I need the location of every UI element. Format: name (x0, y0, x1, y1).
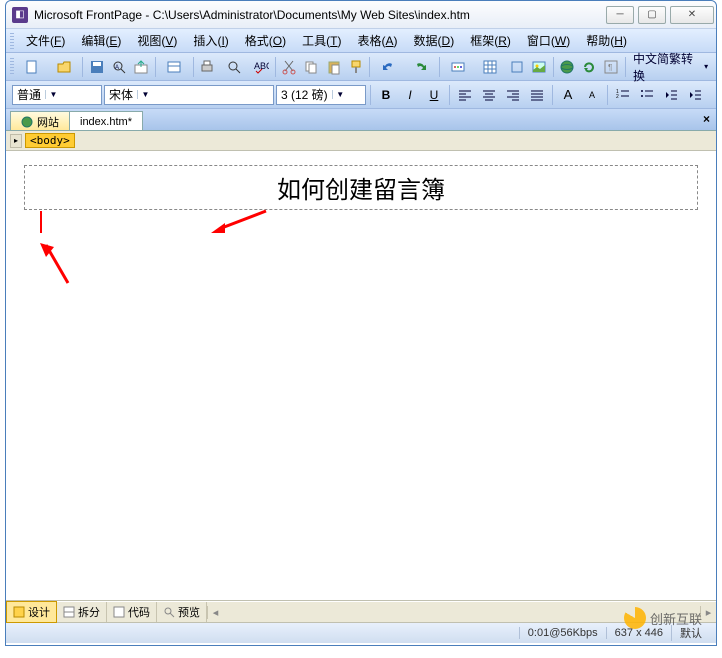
numbered-list-button[interactable]: 12 (612, 84, 634, 106)
tab-index-htm[interactable]: index.htm* (69, 111, 143, 130)
menu-edit[interactable]: 编辑(E) (73, 30, 129, 51)
undo-button[interactable] (373, 56, 404, 78)
folder-list-button[interactable] (159, 56, 190, 78)
view-switcher: 设计 拆分 代码 预览 ◂ ▸ (6, 601, 716, 623)
app-icon: ◧ (12, 7, 28, 23)
bullet-list-button[interactable] (636, 84, 658, 106)
cut-button[interactable] (279, 56, 300, 78)
tab-website[interactable]: 网站 (10, 111, 70, 130)
preview-browser-button[interactable] (219, 56, 250, 78)
web-component-button[interactable] (443, 56, 474, 78)
font-combo[interactable]: 宋体▼ (104, 85, 274, 105)
format-painter-button[interactable] (345, 56, 366, 78)
style-combo[interactable]: 普通▼ (12, 85, 102, 105)
insert-table-button[interactable] (475, 56, 506, 78)
status-speed: 0:01@56Kbps (519, 627, 606, 639)
watermark-text: 创新互联 (650, 609, 702, 628)
minimize-button[interactable]: ─ (606, 6, 634, 24)
path-arrow-icon[interactable]: ▸ (10, 134, 22, 148)
insert-picture-button[interactable] (528, 56, 549, 78)
align-center-button[interactable] (478, 84, 500, 106)
menu-file[interactable]: 文件(F) (18, 30, 73, 51)
text-cursor (40, 211, 42, 233)
new-button[interactable] (17, 56, 48, 78)
view-design[interactable]: 设计 (6, 601, 57, 623)
bold-button[interactable]: B (375, 84, 397, 106)
close-tab-button[interactable]: × (703, 112, 710, 126)
svg-text:¶: ¶ (608, 63, 612, 72)
italic-button[interactable]: I (399, 84, 421, 106)
print-button[interactable] (197, 56, 218, 78)
split-icon (63, 606, 75, 618)
menubar: 文件(F) 编辑(E) 视图(V) 插入(I) 格式(O) 工具(T) 表格(A… (6, 29, 716, 53)
align-right-button[interactable] (502, 84, 524, 106)
decrease-font-button[interactable]: A (581, 84, 603, 106)
annotation-arrow-1 (211, 209, 271, 233)
menu-format[interactable]: 格式(O) (237, 30, 294, 51)
preview-icon (163, 606, 175, 618)
toolbar-standard: A ABC ¶ 中文简繁转换 (6, 53, 716, 81)
redo-button[interactable] (405, 56, 436, 78)
close-button[interactable]: ✕ (670, 6, 714, 24)
stop-button[interactable]: ¶ (601, 56, 622, 78)
page-heading[interactable]: 如何创建留言簿 (24, 165, 698, 210)
menu-view[interactable]: 视图(V) (129, 30, 185, 51)
ime-convert-button[interactable]: 中文简繁转换 (629, 50, 712, 84)
maximize-button[interactable]: ▢ (638, 6, 666, 24)
document-tabs: 网站 index.htm* × (6, 109, 716, 131)
view-split[interactable]: 拆分 (57, 602, 107, 622)
scroll-right-icon[interactable]: ▸ (700, 606, 716, 619)
window-title: Microsoft FrontPage - C:\Users\Administr… (34, 8, 606, 22)
code-icon (113, 606, 125, 618)
hyperlink-button[interactable] (557, 56, 578, 78)
menu-window[interactable]: 窗口(W) (519, 30, 578, 51)
publish-button[interactable] (131, 56, 152, 78)
body-tag-chip[interactable]: <body> (25, 133, 75, 148)
svg-text:A: A (115, 65, 119, 71)
spellcheck-button[interactable]: ABC (251, 56, 272, 78)
titlebar: ◧ Microsoft FrontPage - C:\Users\Adminis… (6, 1, 716, 29)
tag-path: ▸ <body> (6, 131, 716, 151)
save-button[interactable] (86, 56, 107, 78)
statusbar: 0:01@56Kbps 637 x 446 默认 (6, 623, 716, 643)
menu-frames[interactable]: 框架(R) (462, 30, 519, 51)
increase-font-button[interactable]: A (557, 84, 579, 106)
design-canvas[interactable]: 如何创建留言簿 (6, 151, 716, 601)
open-button[interactable] (49, 56, 80, 78)
scroll-left-icon[interactable]: ◂ (207, 606, 223, 619)
svg-text:2: 2 (616, 94, 619, 100)
annotation-arrow-2 (40, 243, 80, 293)
design-icon (13, 606, 25, 618)
indent-button[interactable] (684, 84, 706, 106)
align-left-button[interactable] (454, 84, 476, 106)
grip-icon (10, 33, 14, 49)
align-justify-button[interactable] (526, 84, 548, 106)
paste-button[interactable] (323, 56, 344, 78)
refresh-button[interactable] (579, 56, 600, 78)
site-icon (21, 116, 33, 128)
copy-button[interactable] (301, 56, 322, 78)
view-preview[interactable]: 预览 (157, 602, 207, 622)
toolbar-format: 普通▼ 宋体▼ 3 (12 磅)▼ B I U A A 12 (6, 81, 716, 109)
size-combo[interactable]: 3 (12 磅)▼ (276, 85, 366, 105)
menu-help[interactable]: 帮助(H) (578, 30, 635, 51)
menu-data[interactable]: 数据(D) (406, 30, 463, 51)
watermark: 创新互联 (624, 607, 702, 629)
watermark-logo-icon (624, 607, 646, 629)
menu-tools[interactable]: 工具(T) (294, 30, 349, 51)
outdent-button[interactable] (660, 84, 682, 106)
underline-button[interactable]: U (423, 84, 445, 106)
grip-icon (10, 58, 14, 76)
view-code[interactable]: 代码 (107, 602, 157, 622)
menu-table[interactable]: 表格(A) (350, 30, 406, 51)
search-button[interactable]: A (109, 56, 130, 78)
insert-layer-button[interactable] (506, 56, 527, 78)
menu-insert[interactable]: 插入(I) (185, 30, 236, 51)
